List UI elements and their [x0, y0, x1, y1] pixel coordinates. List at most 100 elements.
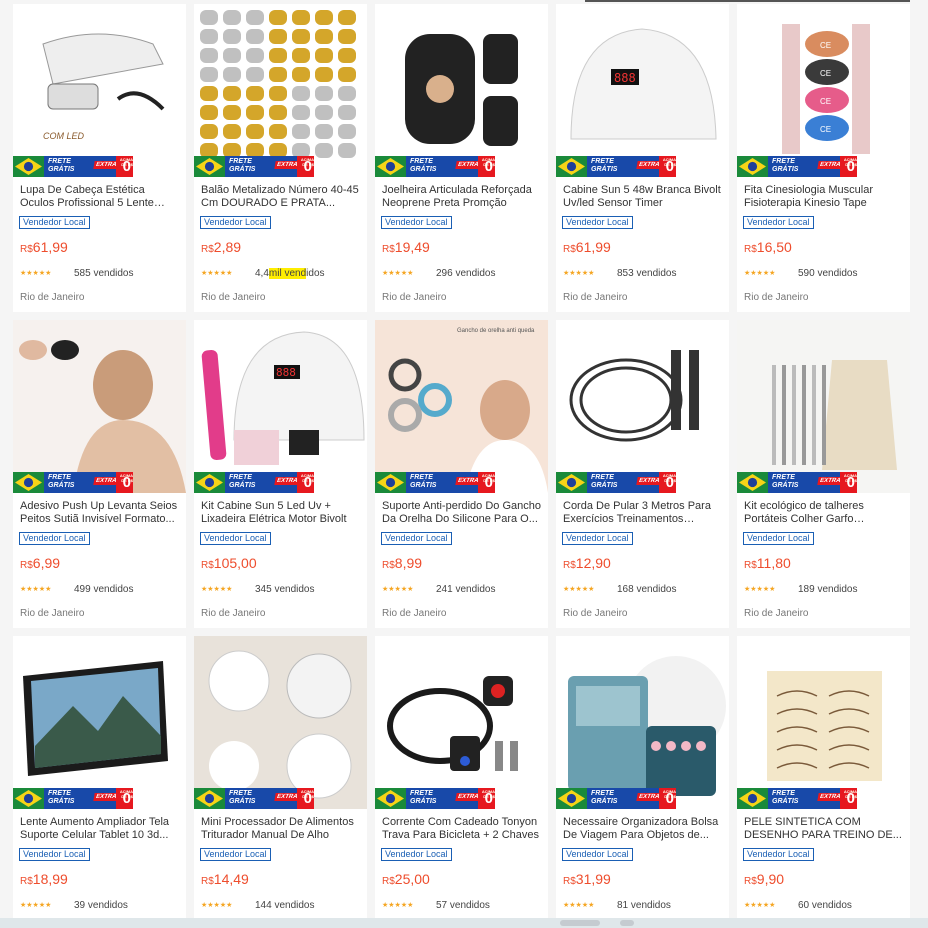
svg-text:COM LED: COM LED — [43, 131, 85, 141]
rating-row: ★★★★★ 345 vendidos — [201, 583, 367, 595]
sold-count: 144 vendidos — [255, 899, 315, 911]
product-title[interactable]: Adesivo Push Up Levanta Seios Peitos Sut… — [13, 493, 186, 526]
seller-location: Rio de Janeiro — [382, 608, 447, 619]
frete-gratis-label: FRETE GRÁTIS — [768, 788, 818, 809]
product-image[interactable]: 888 FRETE GRÁTIS EXTRA ACIMA DE R$ 0 — [556, 4, 729, 177]
rating-stars-icon: ★★★★★ — [382, 270, 414, 277]
product-image[interactable]: CE CE CE CE FRETE GRÁTIS EXTRA ACIMA DE R$ 0 — [737, 4, 910, 177]
product-title[interactable]: Balão Metalizado Número 40-45 Cm DOURADO… — [194, 177, 367, 210]
product-card-1[interactable]: COM LED FRETE GRÁTIS EXTRA ACIMA DE R$ 0 L… — [13, 4, 186, 312]
svg-text:888: 888 — [614, 71, 636, 85]
product-price: R$9,90 — [744, 871, 785, 887]
product-image[interactable]: FRETE GRÁTIS EXTRA ACIMA DE R$ 0 — [375, 4, 548, 177]
product-price: R$25,00 — [382, 871, 430, 887]
seller-location: Rio de Janeiro — [563, 608, 628, 619]
product-image[interactable]: Gancho de orelha anti queda FRETE GRÁTIS … — [375, 320, 548, 493]
sold-count: 81 vendidos — [617, 899, 671, 911]
zero-value-label: ACIMA DE R$ 0 — [297, 472, 314, 493]
frete-gratis-label: FRETE GRÁTIS — [44, 156, 94, 177]
product-card-6[interactable]: FRETE GRÁTIS EXTRA ACIMA DE R$ 0 Adesivo P… — [13, 320, 186, 628]
svg-text:888: 888 — [276, 366, 296, 379]
product-card-4[interactable]: 888 FRETE GRÁTIS EXTRA ACIMA DE R$ 0 Cabin… — [556, 4, 729, 312]
product-title[interactable]: Cabine Sun 5 48w Branca Bivolt Uv/led Se… — [556, 177, 729, 210]
extra-label: EXTRA — [274, 788, 301, 809]
garlic-chopper-icon — [194, 636, 367, 809]
product-title[interactable]: Necessaire Organizadora Bolsa De Viagem … — [556, 809, 729, 842]
brazil-flag-icon — [13, 156, 44, 177]
extra-label: EXTRA — [636, 788, 663, 809]
product-card-10[interactable]: FRETE GRÁTIS EXTRA ACIMA DE R$ 0 Kit ecoló… — [737, 320, 910, 628]
product-image[interactable]: FRETE GRÁTIS EXTRA ACIMA DE R$ 0 — [194, 636, 367, 809]
svg-text:CE: CE — [820, 69, 831, 78]
product-price: R$19,49 — [382, 239, 430, 255]
zero-value-label: ACIMA DE R$ 0 — [659, 472, 676, 493]
product-title[interactable]: Fita Cinesiologia Muscular Fisioterapia … — [737, 177, 910, 210]
frete-gratis-label: FRETE GRÁTIS — [225, 472, 275, 493]
product-title[interactable]: Mini Processador De Alimentos Triturador… — [194, 809, 367, 842]
vendor-local-tag: Vendedor Local — [743, 848, 814, 861]
product-card-14[interactable]: FRETE GRÁTIS EXTRA ACIMA DE R$ 0 Necessair… — [556, 636, 729, 928]
product-card-2[interactable]: FRETE GRÁTIS EXTRA ACIMA DE R$ 0 Balão Met… — [194, 4, 367, 312]
product-title[interactable]: Lente Aumento Ampliador Tela Suporte Cel… — [13, 809, 186, 842]
seller-location: Rio de Janeiro — [201, 292, 266, 303]
extra-label: EXTRA — [817, 788, 844, 809]
product-card-5[interactable]: CE CE CE CE FRETE GRÁTIS EXTRA ACIMA DE R$ 0 … — [737, 4, 910, 312]
free-shipping-badge: FRETE GRÁTIS EXTRA ACIMA DE R$ 0 — [556, 156, 676, 177]
product-image[interactable]: FRETE GRÁTIS EXTRA ACIMA DE R$ 0 — [556, 636, 729, 809]
product-title[interactable]: PELE SINTETICA COM DESENHO PARA TREINO D… — [737, 809, 910, 842]
product-title[interactable]: Corda De Pular 3 Metros Para Exercícios … — [556, 493, 729, 526]
product-card-12[interactable]: FRETE GRÁTIS EXTRA ACIMA DE R$ 0 Mini Proc… — [194, 636, 367, 928]
product-price: R$12,90 — [563, 555, 611, 571]
product-card-11[interactable]: FRETE GRÁTIS EXTRA ACIMA DE R$ 0 Lente Aum… — [13, 636, 186, 928]
product-price: R$11,80 — [744, 555, 791, 571]
extra-label: EXTRA — [817, 156, 844, 177]
free-shipping-badge: FRETE GRÁTIS EXTRA ACIMA DE R$ 0 — [556, 472, 676, 493]
free-shipping-badge: FRETE GRÁTIS EXTRA ACIMA DE R$ 0 — [194, 472, 314, 493]
rating-stars-icon: ★★★★★ — [382, 586, 414, 593]
bike-lock-icon — [387, 676, 518, 771]
free-shipping-badge: FRETE GRÁTIS EXTRA ACIMA DE R$ 0 — [13, 156, 133, 177]
product-image[interactable]: 888 FRETE GRÁTIS EXTRA ACIMA DE R$ 0 — [194, 320, 367, 493]
rating-row: ★★★★★ 57 vendidos — [382, 899, 548, 911]
product-image[interactable]: FRETE GRÁTIS EXTRA ACIMA DE R$ 0 — [13, 636, 186, 809]
product-title[interactable]: Kit Cabine Sun 5 Led Uv + Lixadeira Elét… — [194, 493, 367, 526]
frete-gratis-label: FRETE GRÁTIS — [768, 472, 818, 493]
extra-label: EXTRA — [274, 156, 301, 177]
rating-stars-icon: ★★★★★ — [563, 902, 595, 909]
extra-label: EXTRA — [93, 156, 120, 177]
product-card-13[interactable]: FRETE GRÁTIS EXTRA ACIMA DE R$ 0 Corrente … — [375, 636, 548, 928]
vendor-local-tag: Vendedor Local — [19, 216, 90, 229]
product-card-9[interactable]: FRETE GRÁTIS EXTRA ACIMA DE R$ 0 Corda De … — [556, 320, 729, 628]
product-image[interactable]: COM LED FRETE GRÁTIS EXTRA ACIMA DE R$ 0 — [13, 4, 186, 177]
product-card-3[interactable]: FRETE GRÁTIS EXTRA ACIMA DE R$ 0 Joelheira… — [375, 4, 548, 312]
vendor-local-tag: Vendedor Local — [743, 532, 814, 545]
free-shipping-badge: FRETE GRÁTIS EXTRA ACIMA DE R$ 0 — [556, 788, 676, 809]
frete-gratis-label: FRETE GRÁTIS — [44, 788, 94, 809]
product-card-15[interactable]: FRETE GRÁTIS EXTRA ACIMA DE R$ 0 PELE SINT… — [737, 636, 910, 928]
product-image[interactable]: FRETE GRÁTIS EXTRA ACIMA DE R$ 0 — [737, 636, 910, 809]
product-card-8[interactable]: Gancho de orelha anti queda FRETE GRÁTIS … — [375, 320, 548, 628]
sold-count: 4,4mil vendidos — [255, 267, 325, 279]
zero-value-label: ACIMA DE R$ 0 — [659, 788, 676, 809]
svg-text:Gancho de orelha anti queda: Gancho de orelha anti queda — [457, 328, 535, 334]
product-image[interactable]: FRETE GRÁTIS EXTRA ACIMA DE R$ 0 — [556, 320, 729, 493]
product-title[interactable]: Joelheira Articulada Reforçada Neoprene … — [375, 177, 548, 210]
product-title[interactable]: Kit ecológico de talheres Portáteis Colh… — [737, 493, 910, 526]
bottom-bar — [0, 918, 928, 928]
brazil-flag-icon — [737, 788, 768, 809]
product-image[interactable]: FRETE GRÁTIS EXTRA ACIMA DE R$ 0 — [194, 4, 367, 177]
vendor-local-tag: Vendedor Local — [200, 532, 271, 545]
product-title[interactable]: Lupa De Cabeça Estética Oculos Profissio… — [13, 177, 186, 210]
extra-label: EXTRA — [93, 472, 120, 493]
product-card-7[interactable]: 888 FRETE GRÁTIS EXTRA ACIMA DE R$ 0 Kit C… — [194, 320, 367, 628]
product-price: R$2,89 — [201, 239, 242, 255]
knee-brace-icon — [405, 34, 518, 146]
frete-gratis-label: FRETE GRÁTIS — [587, 788, 637, 809]
product-title[interactable]: Suporte Anti-perdido Do Gancho Da Orelha… — [375, 493, 548, 526]
product-image[interactable]: FRETE GRÁTIS EXTRA ACIMA DE R$ 0 — [375, 636, 548, 809]
product-title[interactable]: Corrente Com Cadeado Tonyon Trava Para B… — [375, 809, 548, 842]
rating-stars-icon: ★★★★★ — [20, 270, 52, 277]
frete-gratis-label: FRETE GRÁTIS — [225, 156, 275, 177]
product-image[interactable]: FRETE GRÁTIS EXTRA ACIMA DE R$ 0 — [737, 320, 910, 493]
product-image[interactable]: FRETE GRÁTIS EXTRA ACIMA DE R$ 0 — [13, 320, 186, 493]
